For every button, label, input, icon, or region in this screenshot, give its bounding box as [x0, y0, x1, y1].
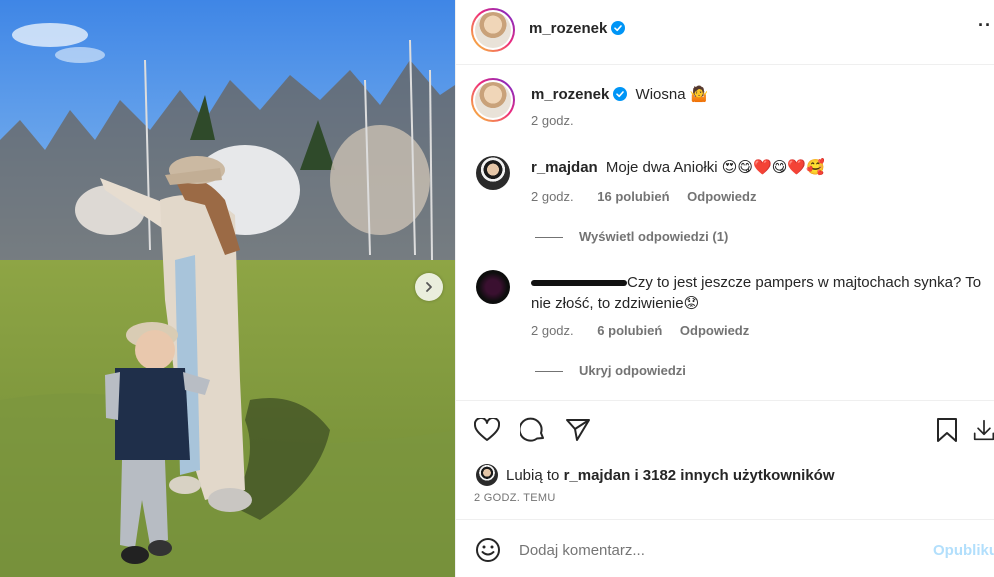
comment-likes[interactable]: 16 polubień	[597, 189, 669, 204]
next-photo-button[interactable]	[415, 273, 443, 301]
comment-emojis: 😍😋❤️😋❤️🥰	[721, 158, 825, 176]
redacted-username	[531, 280, 627, 287]
hide-replies-label: Ukryj odpowiedzi	[579, 363, 686, 378]
comment-1: r_majdan Moje dwa Aniołki 😍😋❤️😋❤️🥰	[531, 158, 825, 176]
emoji-icon	[476, 538, 500, 562]
author-avatar[interactable]	[471, 8, 515, 52]
like-button[interactable]	[473, 416, 501, 444]
post-timestamp: 2 GODZ. TEMU	[474, 492, 556, 504]
comment-2-meta: 2 godz. 6 polubień Odpowiedz	[531, 323, 749, 338]
comment-button[interactable]	[519, 416, 547, 444]
actions-divider	[456, 400, 994, 401]
replies-line	[535, 371, 563, 373]
comment-reply-button[interactable]: Odpowiedz	[680, 323, 749, 338]
heart-icon	[474, 418, 500, 441]
comment-icon	[520, 417, 544, 442]
comment-2: Czy to jest jeszcze pampers w majtochach…	[531, 272, 986, 314]
author-username[interactable]: m_rozenek	[529, 20, 607, 37]
comment-time: 2 godz.	[531, 323, 574, 338]
hide-replies-button[interactable]: Ukryj odpowiedzi	[535, 363, 686, 378]
header-author[interactable]: m_rozenek	[529, 20, 626, 38]
comment-emojis: 😟	[683, 294, 700, 312]
save-button[interactable]	[933, 416, 961, 444]
comment-likes[interactable]: 6 polubień	[597, 323, 662, 338]
share-icon	[566, 419, 590, 441]
caption: m_rozenek Wiosna 🤷	[531, 85, 708, 103]
comment-avatar[interactable]	[476, 270, 510, 304]
comment-reply-button[interactable]: Odpowiedz	[687, 189, 756, 204]
replies-line	[535, 237, 563, 239]
comment-time: 2 godz.	[531, 189, 574, 204]
caption-username[interactable]: m_rozenek	[531, 86, 609, 103]
likes-count[interactable]: i 3182 innych użytkowników	[634, 467, 834, 484]
view-replies-button[interactable]: Wyświetl odpowiedzi (1)	[535, 229, 728, 244]
verified-icon	[611, 21, 626, 35]
caption-time: 2 godz.	[531, 113, 574, 128]
download-button[interactable]	[973, 416, 994, 444]
comment-input[interactable]	[519, 539, 919, 561]
comment-username[interactable]: r_majdan	[531, 159, 598, 176]
share-button[interactable]	[564, 416, 592, 444]
caption-text: Wiosna	[635, 86, 686, 103]
post-image	[0, 0, 455, 577]
caption-avatar[interactable]	[471, 78, 515, 122]
post-panel: m_rozenek ·· m_rozenek Wiosna 🤷 2 godz. …	[455, 0, 994, 577]
likes-summary: Lubią to r_majdan i 3182 innych użytkown…	[506, 467, 835, 484]
view-replies-label: Wyświetl odpowiedzi (1)	[579, 229, 729, 244]
publish-button[interactable]: Opublikuj	[933, 542, 994, 559]
more-options-button[interactable]: ··	[978, 15, 992, 36]
header-divider	[456, 64, 994, 65]
comment-1-meta: 2 godz. 16 polubień Odpowiedz	[531, 189, 756, 204]
verified-icon	[613, 87, 628, 101]
liker-avatar[interactable]	[476, 464, 498, 486]
composer-divider	[456, 519, 994, 520]
liker-username[interactable]: r_majdan	[564, 467, 631, 484]
bookmark-icon	[937, 418, 957, 442]
download-icon	[973, 419, 994, 441]
likes-prefix: Lubią to	[506, 467, 560, 484]
comment-avatar[interactable]	[476, 156, 510, 190]
comment-text: Moje dwa Aniołki	[605, 159, 718, 176]
emoji-picker-button[interactable]	[474, 536, 502, 564]
post-photo[interactable]	[0, 0, 455, 577]
caption-emoji: 🤷	[689, 85, 709, 103]
chevron-right-icon	[426, 282, 432, 292]
